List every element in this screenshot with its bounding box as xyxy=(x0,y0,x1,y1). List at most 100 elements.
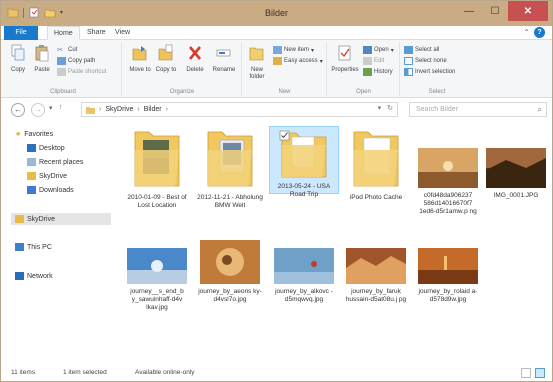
properties-big-icon xyxy=(338,45,351,61)
refresh-icon[interactable]: ↻ xyxy=(387,105,393,112)
open-button[interactable]: Open ▾ xyxy=(363,46,394,54)
ribbon-tabs: File Home Share View ⌃ ? xyxy=(1,26,552,40)
nav-this-pc-label: This PC xyxy=(27,243,52,251)
easy-access-button[interactable]: Easy access ▾ xyxy=(273,57,323,65)
history-button[interactable]: History xyxy=(363,68,393,76)
copy-icon xyxy=(11,44,25,61)
image-thumbnail xyxy=(486,148,546,188)
new-folder-label: New folder xyxy=(249,67,265,80)
window-controls: — ☐ ✕ xyxy=(456,1,548,21)
folder-item[interactable]: iPod Photo Cache xyxy=(341,128,411,202)
breadcrumb-chevron-icon: › xyxy=(99,106,102,113)
image-item[interactable]: journey_by_aeons ky-d4vsl7o.jpg xyxy=(195,240,265,304)
image-item[interactable]: journey_by_faruk hussain-d5at08u.j pg xyxy=(341,248,411,304)
address-dropdown-icon[interactable]: ▾ xyxy=(378,105,382,112)
select-none-button[interactable]: Select none xyxy=(404,57,447,65)
new-folder-button[interactable]: New folder xyxy=(245,44,269,81)
address-bar[interactable]: › SkyDrive › Bilder › ▾ ↻ xyxy=(81,102,398,117)
copy-label: Copy xyxy=(10,67,25,73)
image-item[interactable]: IMG_0001.JPG xyxy=(481,148,551,200)
copy-button[interactable]: Copy xyxy=(7,44,29,74)
network-icon xyxy=(15,272,24,280)
large-icons-view-button[interactable] xyxy=(535,368,545,378)
breadcrumb-chevron-icon: › xyxy=(165,106,168,113)
copy-to-button[interactable]: Copy to xyxy=(155,44,177,74)
invert-selection-label: Invert selection xyxy=(415,69,456,75)
select-all-button[interactable]: Select all xyxy=(404,46,439,54)
forward-button[interactable]: → xyxy=(31,103,45,117)
search-icon[interactable]: ⌕ xyxy=(538,105,542,115)
new-group: New folder New item ▾ Easy access ▾ New xyxy=(243,42,327,96)
easy-access-icon xyxy=(273,57,282,65)
nav-favorites-label: Favorites xyxy=(24,130,54,138)
new-group-label: New xyxy=(278,89,291,95)
cut-button[interactable]: ✂ Cut xyxy=(57,46,77,54)
image-item[interactable]: journey__s_end_b y_sawuinhaff-d4v lkav.j… xyxy=(122,248,192,312)
new-item-button[interactable]: New item ▾ xyxy=(273,46,314,54)
copy-to-icon xyxy=(158,44,173,61)
breadcrumb-bilder[interactable]: Bilder xyxy=(144,106,162,113)
close-button[interactable]: ✕ xyxy=(508,1,548,21)
skydrive-icon xyxy=(27,172,36,180)
ribbon-expand-icon[interactable]: ⌃ xyxy=(523,28,530,37)
nav-network[interactable]: Network xyxy=(15,272,53,280)
star-icon: ★ xyxy=(15,131,22,138)
back-button[interactable]: ← xyxy=(11,103,25,117)
item-label: journey_by_alkovc -d5mqwvq.jpg xyxy=(275,288,333,303)
recent-places-icon xyxy=(27,158,36,166)
invert-selection-button[interactable]: Invert selection xyxy=(404,68,455,76)
move-to-button[interactable]: Move to xyxy=(129,44,151,74)
availability-status: Available online-only xyxy=(135,369,195,376)
tab-view[interactable]: View xyxy=(109,26,136,40)
rename-button[interactable]: Rename xyxy=(211,44,237,74)
image-thumbnail xyxy=(418,148,478,188)
nav-downloads-label: Downloads xyxy=(39,186,74,194)
image-item[interactable]: journey_by_rolaid a-d578d9w.jpg xyxy=(413,248,483,304)
paste-label: Paste xyxy=(34,67,50,73)
nav-downloads[interactable]: Downloads xyxy=(27,186,74,194)
clipboard-group: Copy Paste ✂ Cut Copy path Paste shortcut… xyxy=(5,42,122,96)
folder-item-selected[interactable]: 2013-05-24 - USA Road Trip xyxy=(269,126,339,198)
folder-item[interactable]: 2012-11-21 - Abholung BMW Welt xyxy=(195,128,265,210)
nav-desktop-label: Desktop xyxy=(39,144,65,152)
paste-button[interactable]: Paste xyxy=(31,44,53,74)
tab-home[interactable]: Home xyxy=(47,26,80,40)
skydrive-location-icon xyxy=(86,106,95,114)
selection-count: 1 item selected xyxy=(63,369,107,376)
nav-this-pc[interactable]: This PC xyxy=(15,243,52,251)
delete-button[interactable]: Delete xyxy=(183,44,207,74)
select-none-label: Select none xyxy=(415,58,447,64)
recent-locations-icon[interactable]: ▾ xyxy=(49,104,53,112)
item-label: journey_by_faruk hussain-d5at08u.j pg xyxy=(345,288,407,303)
paste-shortcut-button[interactable]: Paste shortcut xyxy=(57,68,106,76)
image-item[interactable]: c0fd48da906237 586d14016670f7 1ed6-d5r1a… xyxy=(413,148,483,216)
copy-path-button[interactable]: Copy path xyxy=(57,57,95,65)
nav-skydrive[interactable]: SkyDrive xyxy=(11,213,111,225)
desktop-icon xyxy=(27,144,36,152)
rename-label: Rename xyxy=(212,67,236,73)
image-item[interactable]: journey_by_alkovc -d5mqwvq.jpg xyxy=(269,248,339,304)
open-group-label: Open xyxy=(356,89,371,95)
details-view-button[interactable] xyxy=(521,368,531,378)
nav-recent-places[interactable]: Recent places xyxy=(27,158,83,166)
nav-skydrive-favorite[interactable]: SkyDrive xyxy=(27,172,67,180)
nav-favorites[interactable]: ★ Favorites xyxy=(15,130,54,139)
help-button[interactable]: ? xyxy=(534,27,545,38)
maximize-button[interactable]: ☐ xyxy=(482,1,508,21)
nav-skydrive-fav-label: SkyDrive xyxy=(39,172,68,180)
properties-button[interactable]: Properties xyxy=(330,44,360,74)
delete-label: Delete xyxy=(186,67,204,73)
breadcrumb-skydrive[interactable]: SkyDrive xyxy=(105,106,133,113)
title-bar: ▾ Bilder — ☐ ✕ xyxy=(1,1,552,26)
minimize-button[interactable]: — xyxy=(456,1,482,21)
search-input[interactable]: Search Bilder ⌕ xyxy=(409,102,547,117)
select-none-icon xyxy=(404,57,413,65)
item-label: journey_by_rolaid a-d578d9w.jpg xyxy=(418,288,478,303)
tab-file[interactable]: File xyxy=(4,26,38,40)
edit-button[interactable]: Edit xyxy=(363,57,384,65)
tab-share[interactable]: Share xyxy=(81,26,112,40)
nav-desktop[interactable]: Desktop xyxy=(27,144,65,152)
history-icon xyxy=(363,68,372,76)
folder-item[interactable]: 2010-01-09 - Best of Lost Location xyxy=(122,128,192,210)
up-button[interactable]: ↑ xyxy=(59,104,63,111)
